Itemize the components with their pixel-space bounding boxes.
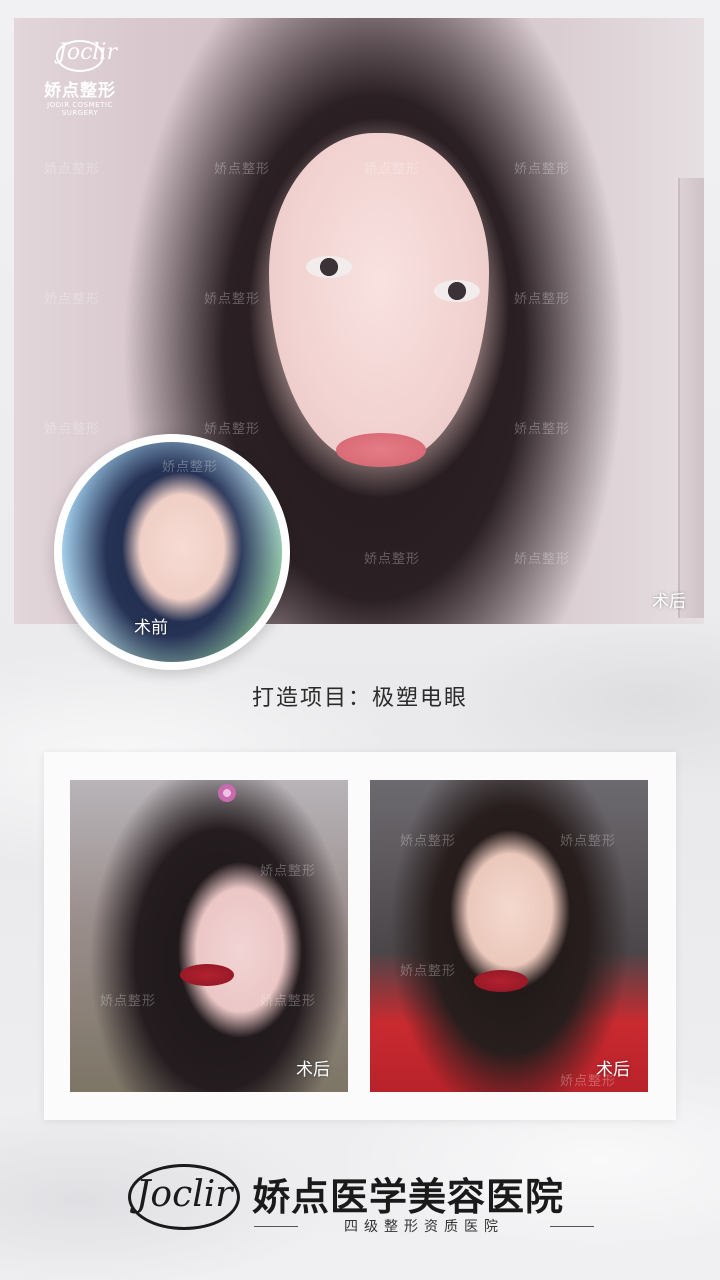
logo-chinese: 娇点整形	[44, 81, 116, 101]
hero-eye-left	[306, 256, 352, 278]
hero-door	[678, 178, 704, 618]
watermark: 娇点整形	[514, 292, 571, 307]
photo-lips	[474, 970, 528, 992]
watermark: 娇点整形	[364, 552, 421, 567]
hospital-name: 娇点医学美容医院	[252, 1175, 565, 1219]
logo-script: Joclir	[56, 40, 117, 72]
footer-logo: Joclir	[128, 1160, 240, 1230]
watermark: 娇点整形	[514, 162, 571, 177]
hair-flower	[218, 784, 236, 802]
watermark: 娇点整形	[364, 162, 421, 177]
divider-left	[254, 1226, 298, 1227]
watermark: 娇点整形	[204, 422, 261, 437]
before-photo-frame: 娇点整形 术前	[54, 434, 290, 670]
watermark: 娇点整形	[100, 994, 157, 1009]
after-label: 术后	[596, 1060, 630, 1080]
hospital-subtitle-row: 四级整形资质医院	[254, 1216, 594, 1238]
photo-lips	[180, 964, 234, 986]
watermark: 娇点整形	[260, 994, 317, 1009]
logo-script: Joclir	[136, 1174, 233, 1215]
watermark: 娇点整形	[514, 422, 571, 437]
watermark: 娇点整形	[260, 864, 317, 879]
after-label: 术后	[296, 1060, 330, 1080]
watermark: 娇点整形	[214, 162, 271, 177]
brand-logo: Joclir 娇点整形 JODIR COSMETIC SURGERY	[32, 40, 128, 117]
watermark: 娇点整形	[560, 834, 617, 849]
after-gallery-panel: 娇点整形 娇点整形 娇点整形 术后 娇点整形 娇点整形 娇点整形 娇点整形 术后	[44, 752, 676, 1120]
before-label: 术前	[134, 618, 168, 638]
watermark: 娇点整形	[204, 292, 261, 307]
watermark: 娇点整形	[44, 422, 101, 437]
hospital-subtitle: 四级整形资质医院	[344, 1219, 504, 1235]
hero-eye-right	[434, 280, 480, 302]
watermark: 娇点整形	[162, 460, 219, 475]
logo-english: JODIR COSMETIC SURGERY	[47, 101, 113, 117]
hero-lips	[336, 433, 426, 467]
before-photo: 娇点整形 术前	[62, 442, 282, 662]
watermark: 娇点整形	[44, 292, 101, 307]
watermark: 娇点整形	[514, 552, 571, 567]
divider-right	[550, 1226, 594, 1227]
watermark: 娇点整形	[44, 162, 101, 177]
project-title: 打造项目：极塑电眼	[251, 686, 468, 711]
after-photo-1: 娇点整形 娇点整形 娇点整形 术后	[70, 780, 348, 1092]
after-label: 术后	[652, 592, 686, 612]
watermark: 娇点整形	[400, 834, 457, 849]
watermark: 娇点整形	[400, 964, 457, 979]
after-photo-2: 娇点整形 娇点整形 娇点整形 娇点整形 术后	[370, 780, 648, 1092]
